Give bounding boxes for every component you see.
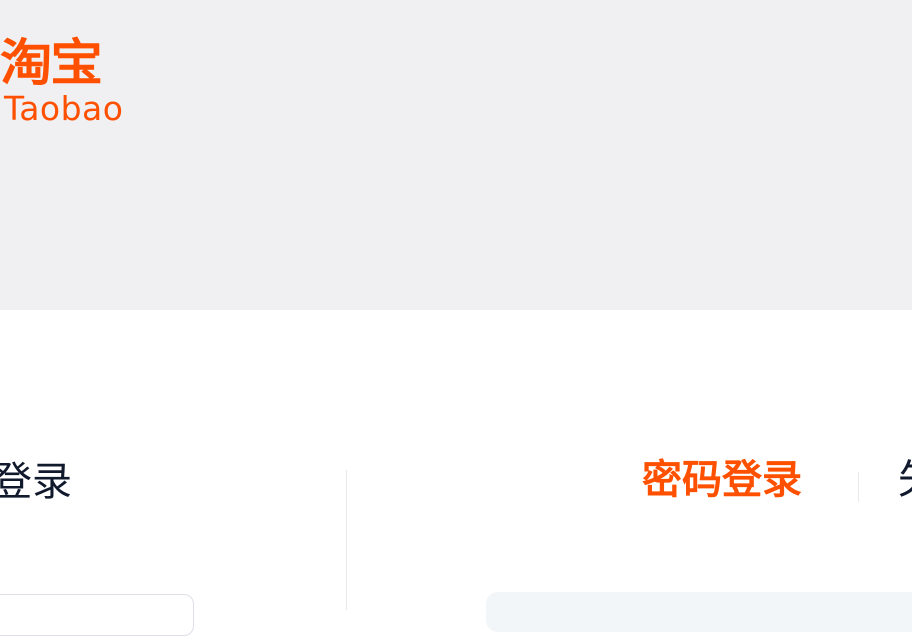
logo-english-text: Taobao	[4, 89, 124, 128]
panel-divider	[346, 470, 347, 610]
logo-chinese-text: 淘宝	[0, 34, 103, 92]
qr-code-frame	[0, 594, 194, 636]
page-header: 淘宝 Taobao	[0, 0, 912, 310]
qr-login-title: 登录	[0, 459, 72, 505]
tab-password-login[interactable]: 密码登录	[642, 460, 802, 500]
tab-sms-login[interactable]: 矢	[898, 460, 912, 500]
login-area: 登录 密码登录 矢	[0, 310, 912, 636]
taobao-logo[interactable]: 淘宝 Taobao	[0, 38, 123, 125]
account-input[interactable]	[486, 592, 912, 632]
tab-separator	[858, 472, 859, 502]
